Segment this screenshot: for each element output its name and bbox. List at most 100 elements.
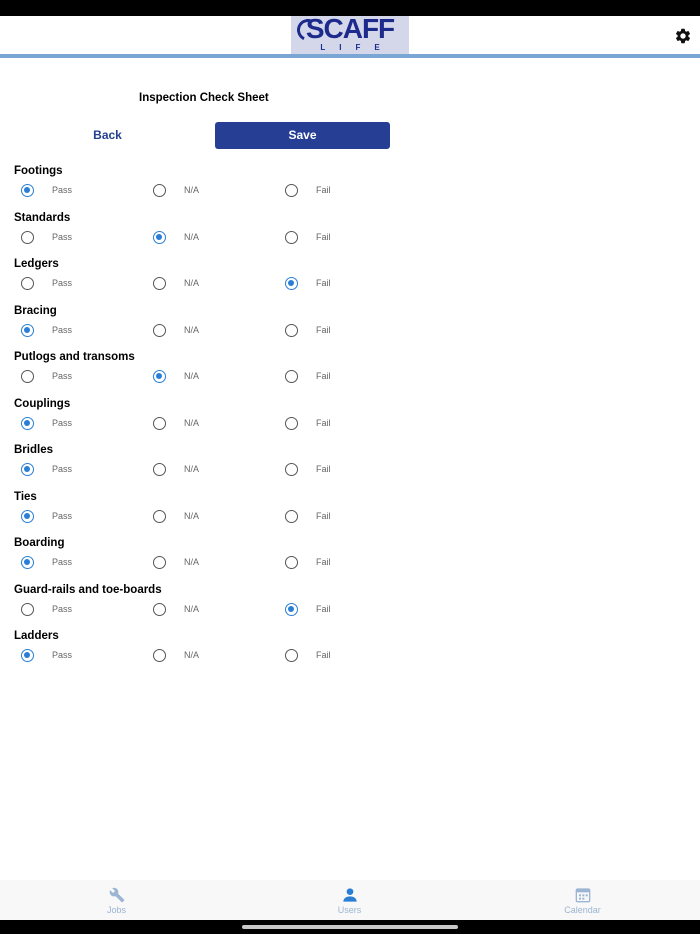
radio-button[interactable] [21,230,34,244]
section-title: Ledgers [14,258,59,270]
checklist-section: Ladders Pass N/A Fail [0,628,700,674]
radio-label: N/A [184,650,200,660]
tab-jobs[interactable]: Jobs [0,880,233,920]
checklist-section: Standards Pass N/A Fail [0,210,700,256]
status-bar [0,0,700,16]
checklist-section: Couplings Pass N/A Fail [0,396,700,442]
radio-button[interactable] [285,370,298,383]
radio-button[interactable] [153,230,166,244]
radio-button[interactable] [21,509,34,523]
radio-button[interactable] [21,602,34,616]
radio-label: Fail [316,231,331,242]
section-title: Bridles [14,444,53,456]
radio-button[interactable] [21,416,34,430]
radio-button[interactable] [21,463,34,476]
radio-button[interactable] [21,277,34,290]
radio-button[interactable] [21,370,34,383]
radio-button[interactable] [153,323,166,337]
radio-button[interactable] [285,277,298,290]
radio-label: Pass [52,557,73,567]
logo-subtext: LIFE [320,43,394,52]
checklist-section: Bridles Pass N/A Fail [0,442,700,488]
radio-button[interactable] [285,649,298,662]
header-divider [0,54,700,58]
radio-button[interactable] [153,416,166,430]
section-title: Putlogs and transoms [14,351,135,363]
radio-button[interactable] [21,649,34,662]
section-title: Bracing [14,304,57,317]
radio-button[interactable] [153,370,166,383]
radio-label: N/A [184,557,200,567]
checklist-section: Ties Pass N/A Fail [0,489,700,535]
radio-label: Pass [52,371,73,381]
radio-button[interactable] [153,509,166,523]
checklist-section: Footings Pass N/A Fail [0,163,700,209]
radio-button[interactable] [285,416,298,430]
checklist-section: Boarding Pass N/A Fail [0,535,700,581]
back-button[interactable]: Back [70,122,145,149]
checklist-section: Ledgers Pass N/A Fail [0,256,700,302]
radio-button[interactable] [285,230,298,244]
section-title: Footings [14,165,63,177]
radio-button[interactable] [285,602,298,616]
radio-button[interactable] [153,602,166,616]
logo-text: SCAFF [305,16,395,44]
radio-label: N/A [184,231,200,242]
radio-label: Fail [316,603,331,614]
radio-label: Pass [52,324,73,335]
checklist-section: Bracing Pass N/A Fail [0,303,700,349]
tab-users-label: Users [337,905,362,915]
tab-calendar-label: Calendar [564,905,601,915]
section-title: Standards [14,211,71,224]
radio-button[interactable] [153,463,166,476]
checklist-section: Putlogs and transoms Pass N/A Fail [0,349,700,395]
radio-label: Pass [52,510,73,521]
section-title: Couplings [14,397,71,410]
section-title: Ladders [14,630,59,642]
tab-jobs-label: Jobs [106,905,126,915]
section-title: Guard-rails and toe-boards [14,583,162,596]
radio-button[interactable] [285,463,298,476]
home-indicator[interactable] [242,925,458,929]
radio-button[interactable] [21,184,34,197]
tab-calendar[interactable]: Calendar [466,880,699,920]
radio-button[interactable] [285,556,298,569]
radio-label: Fail [316,557,331,567]
radio-label: Fail [316,464,331,474]
radio-button[interactable] [153,556,166,569]
radio-label: N/A [184,278,200,288]
wrench-icon [109,887,124,903]
radio-button[interactable] [285,323,298,337]
radio-label: N/A [184,464,200,474]
radio-label: Fail [316,324,331,335]
radio-button[interactable] [21,323,34,337]
radio-button[interactable] [285,509,298,523]
radio-label: Fail [316,185,331,195]
section-title: Ties [14,490,37,503]
radio-label: N/A [184,603,200,614]
user-icon [342,888,357,902]
radio-label: Fail [316,650,331,660]
save-button[interactable]: Save [215,122,390,149]
radio-label: N/A [184,371,200,381]
gear-icon[interactable] [674,27,692,45]
checklist-section: Guard-rails and toe-boards Pass N/A Fail [0,582,700,628]
app-logo: SCAFF LIFE [291,16,409,54]
radio-button[interactable] [153,649,166,662]
tab-users[interactable]: Users [233,880,466,920]
radio-label: N/A [184,185,200,195]
radio-button[interactable] [21,556,34,569]
radio-label: Pass [52,231,73,242]
radio-button[interactable] [153,277,166,290]
tab-bar: Jobs Users Calendar [0,880,700,920]
radio-label: Fail [316,417,331,428]
radio-label: N/A [184,510,200,521]
radio-label: N/A [184,324,200,335]
radio-label: N/A [184,417,200,428]
radio-button[interactable] [153,184,166,197]
radio-label: Fail [316,510,331,521]
radio-button[interactable] [285,184,298,197]
radio-label: Fail [316,371,331,381]
page-title: Inspection Check Sheet [139,92,269,104]
calendar-icon [575,888,590,903]
